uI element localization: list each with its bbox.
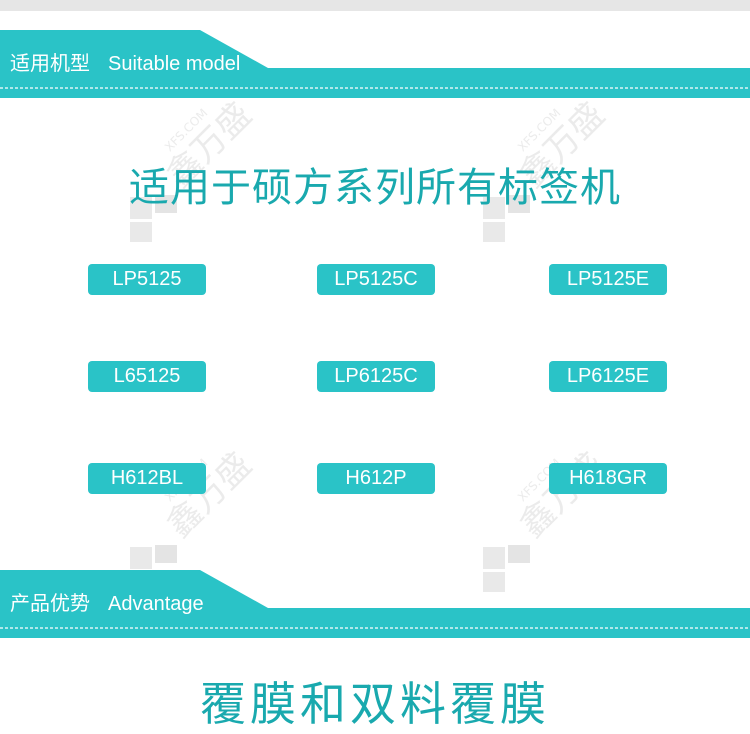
model-chip: L65125	[88, 361, 206, 392]
section-title-cn: 适用机型	[10, 53, 90, 75]
compatibility-headline: 适用于硕方系列所有标签机	[129, 165, 621, 211]
model-chip: LP5125C	[317, 264, 435, 295]
section-title-en: Advantage	[108, 593, 204, 615]
section-title-cn: 产品优势	[10, 593, 90, 615]
model-chip: LP5125	[88, 264, 206, 295]
section-banner-advantage: 产品优势 Advantage	[0, 570, 750, 640]
model-chip: LP6125C	[317, 361, 435, 392]
section-title: 产品优势 Advantage	[10, 590, 204, 618]
model-chip: LP6125E	[549, 361, 667, 392]
section-title: 适用机型 Suitable model	[10, 50, 240, 78]
model-chip: H618GR	[549, 463, 667, 494]
model-chip: LP5125E	[549, 264, 667, 295]
section-title-en: Suitable model	[108, 53, 241, 75]
advantage-headline: 覆膜和双料覆膜	[200, 677, 550, 731]
model-chip: H612P	[317, 463, 435, 494]
top-divider-strip	[0, 0, 750, 11]
model-chip: H612BL	[88, 463, 206, 494]
section-banner-suitable-model: 适用机型 Suitable model	[0, 30, 750, 100]
